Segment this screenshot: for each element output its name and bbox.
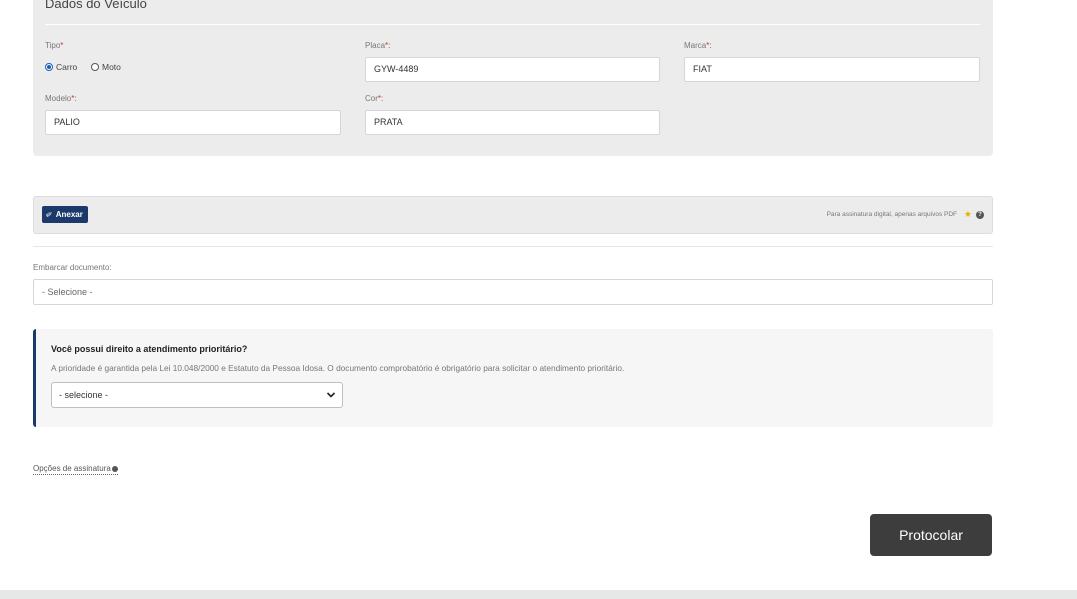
required-marker: *: xyxy=(377,94,384,103)
cor-label: Cor*: xyxy=(365,94,383,103)
radio-carro-label: Carro xyxy=(56,62,78,72)
modelo-input[interactable]: PALIO xyxy=(45,110,341,135)
paperclip-icon: ✏ xyxy=(44,208,55,221)
signature-options-link[interactable]: Opções de assinatura xyxy=(33,464,118,475)
protocolar-button[interactable]: Protocolar xyxy=(870,514,992,556)
marca-label: Marca*: xyxy=(684,41,712,50)
placa-label: Placa*: xyxy=(365,41,390,50)
priority-description: A prioridade é garantida pela Lei 10.048… xyxy=(51,363,625,373)
signature-options-label: Opções de assinatura xyxy=(33,464,111,473)
tipo-label: Tipo* xyxy=(45,41,63,50)
attach-bar: ✏ Anexar Para assinatura digital, apenas… xyxy=(33,196,993,234)
priority-panel: Você possui direito a atendimento priori… xyxy=(33,329,993,427)
modelo-label: Modelo*: xyxy=(45,94,77,103)
radio-carro[interactable]: Carro xyxy=(45,62,77,72)
help-icon[interactable]: ? xyxy=(976,211,984,219)
attach-button[interactable]: ✏ Anexar xyxy=(42,206,88,223)
marca-label-text: Marca xyxy=(684,41,707,50)
radio-carro-control[interactable] xyxy=(45,63,53,71)
chevron-down-icon xyxy=(326,392,336,398)
required-marker: * xyxy=(60,41,64,50)
divider xyxy=(33,246,993,247)
placa-input[interactable]: GYW-4489 xyxy=(365,57,660,82)
radio-moto-control[interactable] xyxy=(91,63,99,71)
section-title: Dados do Veículo xyxy=(45,0,147,11)
radio-moto[interactable]: Moto xyxy=(91,62,121,72)
placa-label-text: Placa xyxy=(365,41,386,50)
dot-icon xyxy=(111,465,118,472)
embed-document-select[interactable]: - Selecione - xyxy=(33,279,993,305)
footer-bar xyxy=(0,590,1077,599)
modelo-label-text: Modelo xyxy=(45,94,72,103)
cor-label-text: Cor xyxy=(365,94,378,103)
required-marker: *: xyxy=(385,41,391,50)
attach-button-label: Anexar xyxy=(55,210,83,219)
star-icon[interactable]: ★ xyxy=(964,209,972,220)
priority-question: Você possui direito a atendimento priori… xyxy=(51,344,248,354)
marca-input[interactable]: FIAT xyxy=(684,57,980,82)
pdf-hint: Para assinatura digital, apenas arquivos… xyxy=(826,211,957,218)
priority-select[interactable]: - selecione - xyxy=(51,382,343,408)
embed-document-label: Embarcar documento: xyxy=(33,263,112,272)
radio-moto-label: Moto xyxy=(102,62,121,72)
vehicle-data-panel: Dados do Veículo Tipo* Carro Moto Placa*… xyxy=(33,0,993,156)
required-marker: *: xyxy=(71,94,77,103)
required-marker: *: xyxy=(706,41,712,50)
priority-select-value: - selecione - xyxy=(59,390,109,400)
cor-input[interactable]: PRATA xyxy=(365,110,660,135)
section-divider xyxy=(45,24,980,25)
tipo-label-text: Tipo xyxy=(45,41,61,50)
